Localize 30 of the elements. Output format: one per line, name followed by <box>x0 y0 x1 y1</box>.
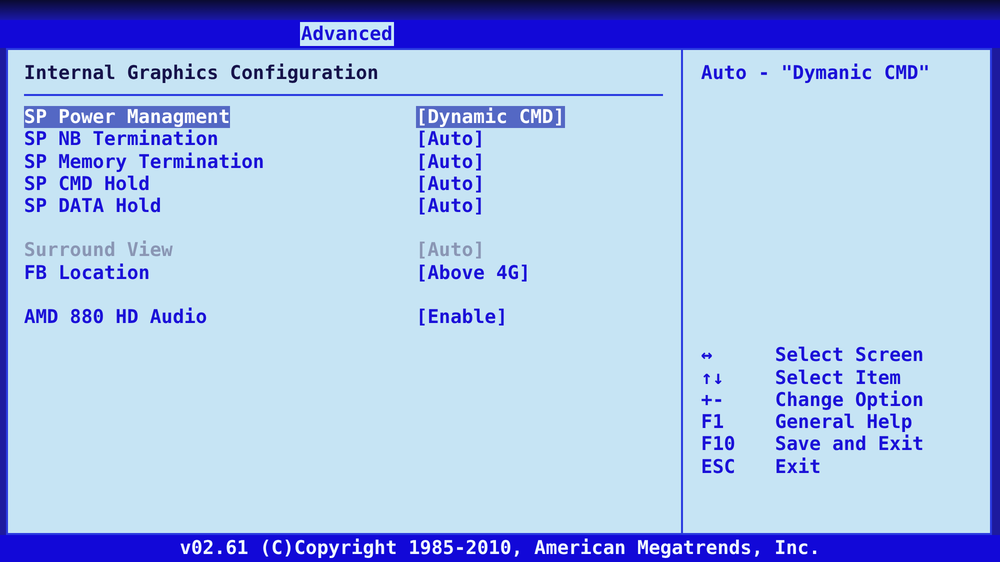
help-text: Auto - "Dymanic CMD" <box>701 61 931 86</box>
key-label: ↑↓ <box>701 366 725 389</box>
status-bar: v02.61 (C)Copyright 1985-2010, American Megatrends, Inc. <box>0 535 1000 562</box>
page-title: Internal Graphics Configuration <box>24 61 380 86</box>
setting-value[interactable]: [Auto] <box>416 150 485 173</box>
setting-value[interactable]: [Auto] <box>416 172 485 196</box>
setting-value[interactable]: [Auto] <box>416 128 485 151</box>
key-label: ESC <box>701 456 736 478</box>
tab[interactable]: Advanced <box>300 22 394 46</box>
setting-value[interactable]: [Enable] <box>416 306 508 328</box>
key-label: ↔ <box>701 344 714 367</box>
setting-label[interactable]: AMD 880 HD Audio <box>24 306 416 328</box>
setting-value[interactable]: [Auto] <box>416 195 485 218</box>
setting-label[interactable]: SP CMD Hold <box>24 172 416 196</box>
setting-label[interactable]: SP Power Managment <box>24 106 230 128</box>
key-action: Change Option <box>775 388 924 412</box>
key-label: F10 <box>701 433 736 456</box>
key-action: Select Item <box>775 366 901 389</box>
key-label: +- <box>701 388 725 412</box>
setting-label[interactable]: SP Memory Termination <box>24 150 416 173</box>
key-action: Select Screen <box>775 344 924 367</box>
key-label: F1 <box>701 411 725 434</box>
setting-label[interactable]: SP DATA Hold <box>24 195 416 218</box>
setting-label[interactable]: SP NB Termination <box>24 128 416 151</box>
setting-value[interactable]: [Above 4G] <box>416 262 530 284</box>
key-action: General Help <box>775 411 912 434</box>
setting-value[interactable]: [Dynamic CMD] <box>416 106 565 128</box>
key-action: Save and Exit <box>775 433 924 456</box>
setting-label[interactable]: FB Location <box>24 262 416 284</box>
key-action: Exit <box>775 456 821 478</box>
